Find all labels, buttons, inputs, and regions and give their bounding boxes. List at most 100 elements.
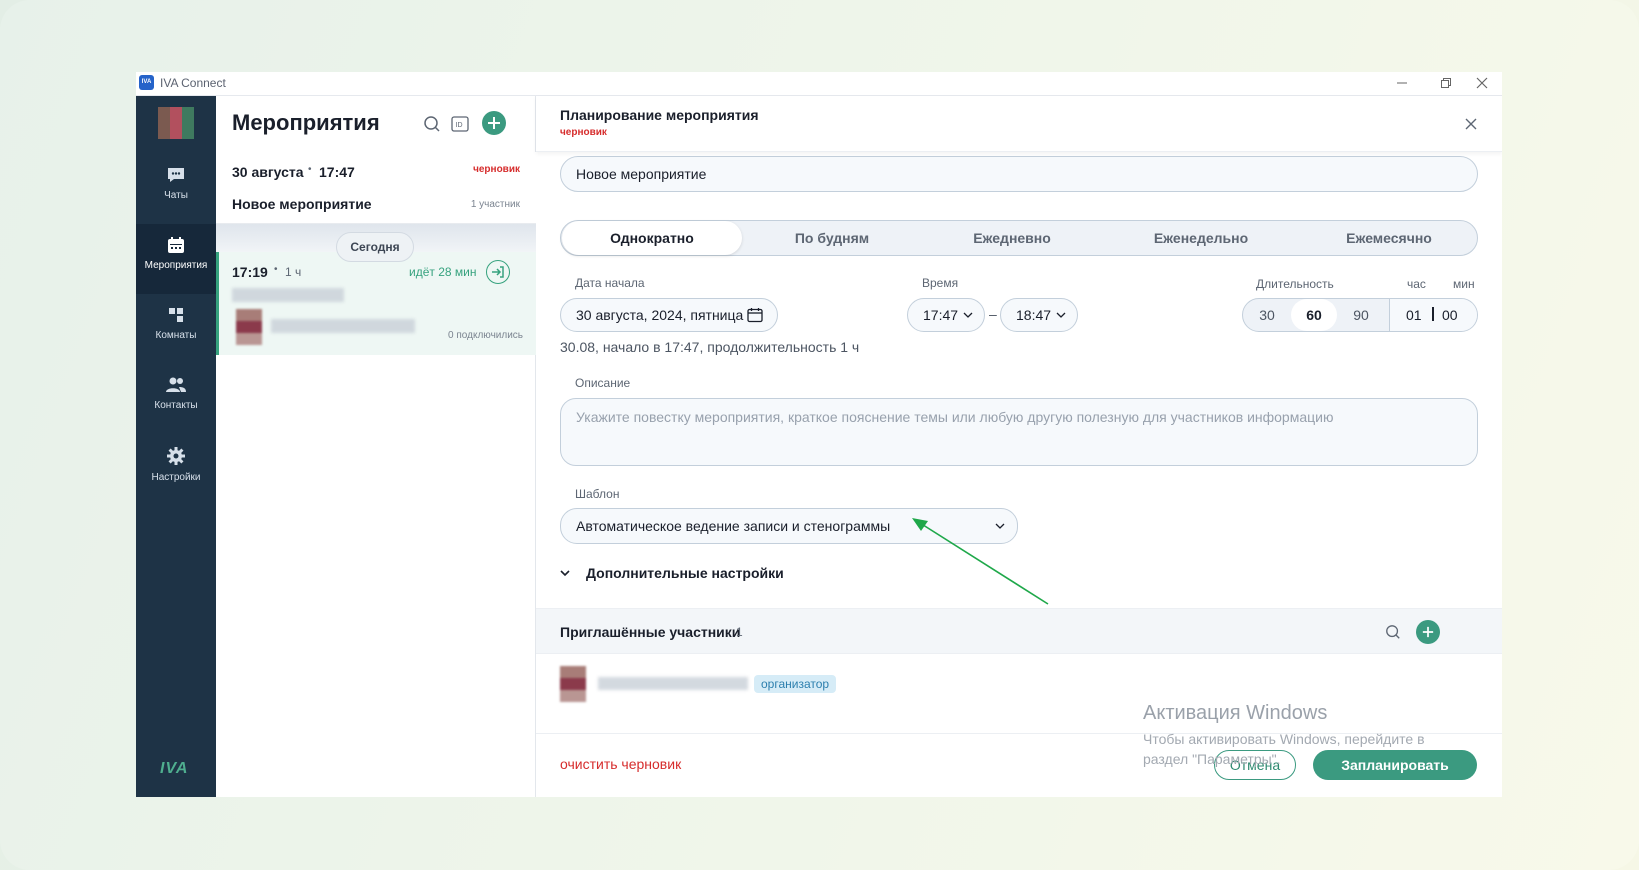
add-participant-button[interactable] bbox=[1416, 620, 1440, 644]
connected-count: 0 подключились bbox=[448, 330, 523, 341]
list-item[interactable]: 17:19 • 1 ч идёт 28 мин 0 подключились bbox=[216, 252, 536, 355]
template-label: Шаблон bbox=[575, 487, 620, 501]
duration-option-30[interactable]: 30 bbox=[1244, 299, 1290, 331]
search-icon[interactable] bbox=[422, 114, 442, 134]
separator-dot: • bbox=[274, 264, 278, 275]
sidebar: Чаты Мероприятия Комнаты Контакты Настро… bbox=[136, 96, 216, 797]
event-date: 30 августа bbox=[232, 164, 304, 180]
app-logo-icon: IVA bbox=[139, 75, 154, 90]
description-placeholder: Укажите повестку мероприятия, краткое по… bbox=[576, 409, 1334, 425]
list-item[interactable]: 30 августа • 17:47 черновик Новое меропр… bbox=[216, 152, 536, 224]
status-badge: черновик bbox=[473, 164, 520, 175]
duration-separator bbox=[1432, 307, 1434, 321]
duration-label: Длительность bbox=[1256, 277, 1334, 291]
invited-section-header: Приглашённые участники 1 bbox=[536, 608, 1502, 654]
end-time-value: 18:47 bbox=[1016, 307, 1052, 323]
add-event-button[interactable] bbox=[482, 111, 506, 135]
chevron-down-icon bbox=[963, 312, 973, 318]
participants-count: 1 участник bbox=[470, 199, 520, 210]
watermark-title: Активация Windows bbox=[1143, 702, 1328, 724]
invited-label: Приглашённые участники bbox=[560, 624, 741, 640]
schedule-summary: 30.08, начало в 17:47, продолжительность… bbox=[560, 339, 860, 355]
title-bar: IVA IVA Connect bbox=[136, 72, 1502, 96]
clear-draft-link[interactable]: очистить черновик bbox=[560, 756, 681, 772]
duration-option-90[interactable]: 90 bbox=[1338, 299, 1384, 331]
event-name: Новое мероприятие bbox=[232, 196, 372, 212]
calendar-icon bbox=[168, 237, 184, 253]
start-time-value: 17:47 bbox=[923, 307, 959, 323]
close-icon[interactable] bbox=[1462, 115, 1480, 133]
duration-hours-input[interactable]: 01 bbox=[1406, 307, 1422, 323]
minimize-icon[interactable] bbox=[1382, 73, 1422, 95]
sidebar-item-events[interactable]: Мероприятия bbox=[136, 224, 216, 294]
plan-title: Планирование мероприятия bbox=[560, 107, 759, 123]
time-dash: – bbox=[989, 306, 997, 322]
duration-hours-label: час bbox=[1407, 277, 1426, 291]
tab-monthly[interactable]: Ежемесячно bbox=[1300, 221, 1478, 255]
invited-count: 1 bbox=[736, 625, 743, 639]
chat-icon bbox=[168, 168, 184, 182]
advanced-settings-label: Дополнительные настройки bbox=[586, 565, 784, 581]
description-label: Описание bbox=[575, 376, 631, 390]
rooms-icon bbox=[169, 308, 183, 322]
join-icon[interactable] bbox=[486, 260, 510, 284]
app-title: IVA Connect bbox=[160, 76, 226, 90]
sidebar-item-rooms[interactable]: Комнаты bbox=[136, 294, 216, 364]
sidebar-item-settings[interactable]: Настройки bbox=[136, 434, 216, 504]
participant-row[interactable]: организатор bbox=[536, 654, 1502, 714]
app-window: IVA IVA Connect Чаты Мероприятия Комнаты bbox=[136, 72, 1502, 797]
sidebar-item-label: Комнаты bbox=[155, 330, 197, 341]
event-name-value: Новое мероприятие bbox=[576, 166, 707, 182]
close-window-icon[interactable] bbox=[1462, 73, 1502, 95]
event-name-blurred bbox=[232, 288, 344, 302]
search-icon[interactable] bbox=[1383, 622, 1403, 642]
contacts-icon bbox=[166, 377, 186, 392]
tab-daily[interactable]: Ежедневно bbox=[922, 221, 1102, 255]
watermark-text: Чтобы активировать Windows, перейдите в … bbox=[1143, 731, 1425, 767]
sidebar-item-chats[interactable]: Чаты bbox=[136, 154, 216, 224]
duration-option-60[interactable]: 60 bbox=[1291, 299, 1337, 331]
events-panel: Мероприятия ID 30 августа • 17:47 чернов… bbox=[216, 96, 536, 797]
duration-selector: 30 60 90 01 00 bbox=[1242, 298, 1478, 332]
tab-once[interactable]: Однократно bbox=[562, 221, 742, 255]
start-date-field[interactable]: 30 августа, 2024, пятница bbox=[560, 298, 778, 332]
sidebar-item-label: Настройки bbox=[151, 472, 201, 483]
participant-name-blurred bbox=[598, 677, 748, 690]
annotation-arrow bbox=[912, 518, 1049, 605]
calendar-icon[interactable] bbox=[747, 307, 763, 323]
start-date-label: Дата начала bbox=[575, 276, 645, 290]
end-time-select[interactable]: 18:47 bbox=[1000, 298, 1078, 332]
sidebar-item-contacts[interactable]: Контакты bbox=[136, 364, 216, 434]
event-time: 17:47 bbox=[319, 164, 355, 180]
organizer-name-blurred bbox=[271, 319, 415, 333]
sidebar-item-label: Чаты bbox=[164, 190, 188, 201]
time-label: Время bbox=[922, 276, 959, 290]
tab-weekdays[interactable]: По будням bbox=[742, 221, 922, 255]
duration-minutes-input[interactable]: 00 bbox=[1442, 307, 1458, 323]
separator-dot: • bbox=[308, 164, 312, 175]
today-chip: Сегодня bbox=[336, 232, 414, 262]
status-badge: идёт 28 мин bbox=[409, 265, 477, 279]
organizer-badge: организатор bbox=[754, 675, 837, 693]
svg-text:ID: ID bbox=[456, 122, 463, 129]
avatar bbox=[560, 666, 586, 702]
avatar bbox=[236, 309, 262, 345]
start-time-select[interactable]: 17:47 bbox=[907, 298, 985, 332]
plan-pane: Новое мероприятие Планирование мероприят… bbox=[536, 96, 1502, 797]
description-input[interactable]: Укажите повестку мероприятия, краткое по… bbox=[560, 398, 1478, 466]
gear-icon bbox=[167, 447, 185, 465]
chevron-down-icon bbox=[560, 570, 570, 577]
sidebar-item-label: Мероприятия bbox=[144, 260, 208, 271]
template-value: Автоматическое ведение записи и стеногра… bbox=[576, 518, 891, 534]
custom-duration-field[interactable]: 01 00 bbox=[1389, 299, 1477, 331]
chevron-down-icon bbox=[1056, 312, 1066, 318]
avatar[interactable] bbox=[158, 107, 194, 139]
start-date-value: 30 августа, 2024, пятница bbox=[576, 307, 744, 323]
recurrence-selector: Однократно По будням Ежедневно Еженедель… bbox=[560, 220, 1478, 256]
brand-logo: IVA bbox=[160, 760, 189, 777]
id-join-icon[interactable]: ID bbox=[450, 114, 470, 134]
event-name-field[interactable]: Новое мероприятие bbox=[560, 156, 1478, 192]
tab-weekly[interactable]: Еженедельно bbox=[1102, 221, 1300, 255]
plan-header: Планирование мероприятия черновик bbox=[536, 96, 1502, 152]
restore-icon[interactable] bbox=[1426, 73, 1466, 95]
